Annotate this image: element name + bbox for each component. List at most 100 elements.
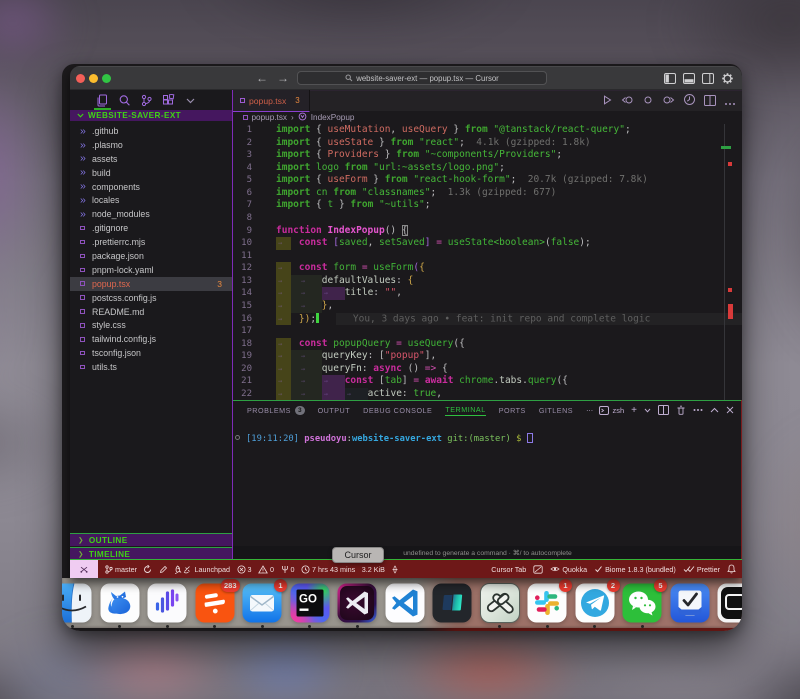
new-terminal-button[interactable]: + <box>631 405 637 416</box>
status-item-cursortab-box[interactable] <box>533 565 543 574</box>
nav-back-icon[interactable] <box>621 93 635 111</box>
tab-popup-tsx[interactable]: popup.tsx 3 <box>233 90 310 112</box>
file-row-popup-tsx[interactable]: popup.tsx3 <box>70 277 232 291</box>
panel-tab-terminal[interactable]: TERMINAL <box>445 405 485 416</box>
dock-app-mail[interactable]: 1 <box>242 583 282 623</box>
chevron-down-icon[interactable] <box>184 90 197 110</box>
status-item-0[interactable]: 0 <box>281 565 295 574</box>
search-icon[interactable] <box>118 90 131 110</box>
dock-app-things[interactable] <box>670 583 710 623</box>
split-editor-icon[interactable] <box>704 93 716 111</box>
more-icon[interactable] <box>724 93 736 111</box>
tab-whitespace-icon: → <box>278 300 282 313</box>
panel-tab-problems[interactable]: PROBLEMS3 <box>247 406 305 415</box>
breadcrumb-symbol[interactable]: IndexPopup <box>311 113 355 122</box>
panel-tab-output[interactable]: OUTPUT <box>318 406 351 415</box>
file-row-tsconfig-json[interactable]: tsconfig.json <box>70 346 232 360</box>
dock-app-readwise[interactable]: 283 <box>195 583 235 623</box>
status-item-3[interactable]: 3 <box>237 565 252 574</box>
dock-app-cursor[interactable] <box>337 583 377 623</box>
status-item-pen[interactable] <box>159 565 168 574</box>
settings-gear-icon[interactable] <box>721 72 734 85</box>
panel-tab-gitlens[interactable]: GITLENS <box>539 406 573 415</box>
file-row-style-css[interactable]: style.css <box>70 318 232 332</box>
terminal-dropdown-chevron[interactable] <box>644 408 651 413</box>
code-editor[interactable]: 1import { useMutation, useQuery } from "… <box>233 124 742 400</box>
dock-app-screenshot-app[interactable] <box>717 583 742 623</box>
terminal-text-segment: pseudoyu <box>304 434 346 444</box>
file-row-assets[interactable]: »assets <box>70 152 232 166</box>
split-terminal-icon[interactable] <box>658 405 669 415</box>
dock-app-telegram[interactable]: 2 <box>575 583 615 623</box>
dock-app-goland[interactable]: GO <box>290 583 330 623</box>
run-icon[interactable] <box>601 93 613 111</box>
code-token: const <box>299 237 328 248</box>
status-item-bell[interactable] <box>727 564 736 574</box>
status-item-launchpad[interactable]: Launchpad <box>174 565 230 574</box>
breadcrumb-file[interactable]: popup.tsx <box>252 113 288 122</box>
dock-app-vscode[interactable] <box>385 583 425 623</box>
zoom-button[interactable] <box>102 74 111 83</box>
file-row-node-modules[interactable]: »node_modules <box>70 207 232 221</box>
dock-app-warp[interactable] <box>432 583 472 623</box>
scrollbar-track[interactable] <box>724 124 725 400</box>
history-back-icon[interactable]: ← <box>256 71 268 85</box>
dock-app-slack[interactable]: 1 <box>527 583 567 623</box>
dock-app-audio-bars[interactable] <box>147 583 187 623</box>
status-item-pen2[interactable] <box>391 565 399 574</box>
layout-sidebar-right-icon[interactable] <box>702 73 714 84</box>
dock-app-wechat[interactable]: 5 <box>622 583 662 623</box>
status-item-biome-1.8.3-bundled-[interactable]: Biome 1.8.3 (bundled) <box>594 565 676 574</box>
explorer-project-header[interactable]: WEBSITE-SAVER-EXT <box>70 110 232 121</box>
status-item-quokka[interactable]: Quokka <box>550 565 587 574</box>
remote-indicator[interactable] <box>70 560 98 578</box>
file-row-README-md[interactable]: README.md <box>70 305 232 319</box>
dock-app-follow[interactable] <box>100 583 140 623</box>
nav-dot-icon[interactable] <box>643 93 653 111</box>
kill-terminal-icon[interactable] <box>676 405 686 415</box>
breadcrumb[interactable]: popup.tsx › IndexPopup <box>233 111 742 124</box>
file-row-tailwind-config-js[interactable]: tailwind.config.js <box>70 332 232 346</box>
close-button[interactable] <box>76 74 85 83</box>
command-center[interactable]: website-saver-ext — popup.tsx — Cursor <box>297 71 547 85</box>
status-item-prettier[interactable]: Prettier <box>683 565 720 574</box>
panel-tab--[interactable]: ⋯ <box>586 406 594 415</box>
file-row-locales[interactable]: »locales <box>70 193 232 207</box>
file-row--gitignore[interactable]: .gitignore <box>70 221 232 235</box>
code-line-17: 17 <box>233 325 742 338</box>
layout-panel-icon[interactable] <box>683 73 695 84</box>
status-item-sync[interactable] <box>143 565 152 574</box>
file-row-build[interactable]: »build <box>70 166 232 180</box>
status-item-3.2-kib[interactable]: 3.2 KiB <box>362 565 385 574</box>
file-row-pnpm-lock-yaml[interactable]: pnpm-lock.yaml <box>70 263 232 277</box>
dock-app-finder[interactable] <box>62 583 92 623</box>
file-row-utils-ts[interactable]: utils.ts <box>70 360 232 374</box>
status-item-master[interactable]: master <box>105 565 137 574</box>
terminal-shell-label[interactable]: zsh <box>599 406 624 415</box>
history-forward-icon[interactable]: → <box>277 71 289 85</box>
panel-tab-ports[interactable]: PORTS <box>499 406 526 415</box>
file-row--prettierrc-mjs[interactable]: .prettierrc.mjs <box>70 235 232 249</box>
panel-more-icon[interactable] <box>693 408 703 412</box>
file-row-package-json[interactable]: package.json <box>70 249 232 263</box>
status-item-cursor-tab[interactable]: Cursor Tab <box>491 565 526 574</box>
extensions-icon[interactable] <box>162 90 175 110</box>
file-row-postcss-config-js[interactable]: postcss.config.js <box>70 291 232 305</box>
minimize-button[interactable] <box>89 74 98 83</box>
maximize-panel-icon[interactable] <box>710 407 719 413</box>
source-control-icon[interactable] <box>140 90 153 110</box>
status-item-7-hrs-43-mins[interactable]: 7 hrs 43 mins <box>301 565 355 574</box>
outline-section-header[interactable]: ❯ OUTLINE <box>70 533 232 546</box>
file-row-components[interactable]: »components <box>70 180 232 194</box>
file-row--plasmo[interactable]: ».plasmo <box>70 138 232 152</box>
close-panel-icon[interactable] <box>726 406 734 414</box>
explorer-icon[interactable] <box>96 90 109 110</box>
file-row--github[interactable]: ».github <box>70 124 232 138</box>
code-line-13: 13→→defaultValues: { <box>233 275 742 288</box>
layout-sidebar-left-icon[interactable] <box>664 73 676 84</box>
status-item-0[interactable]: 0 <box>258 565 274 574</box>
timeline-circle-icon[interactable] <box>683 93 696 111</box>
dock-app-chatwise[interactable] <box>480 583 520 623</box>
panel-tab-debug-console[interactable]: DEBUG CONSOLE <box>363 406 432 415</box>
nav-forward-icon[interactable] <box>661 93 675 111</box>
